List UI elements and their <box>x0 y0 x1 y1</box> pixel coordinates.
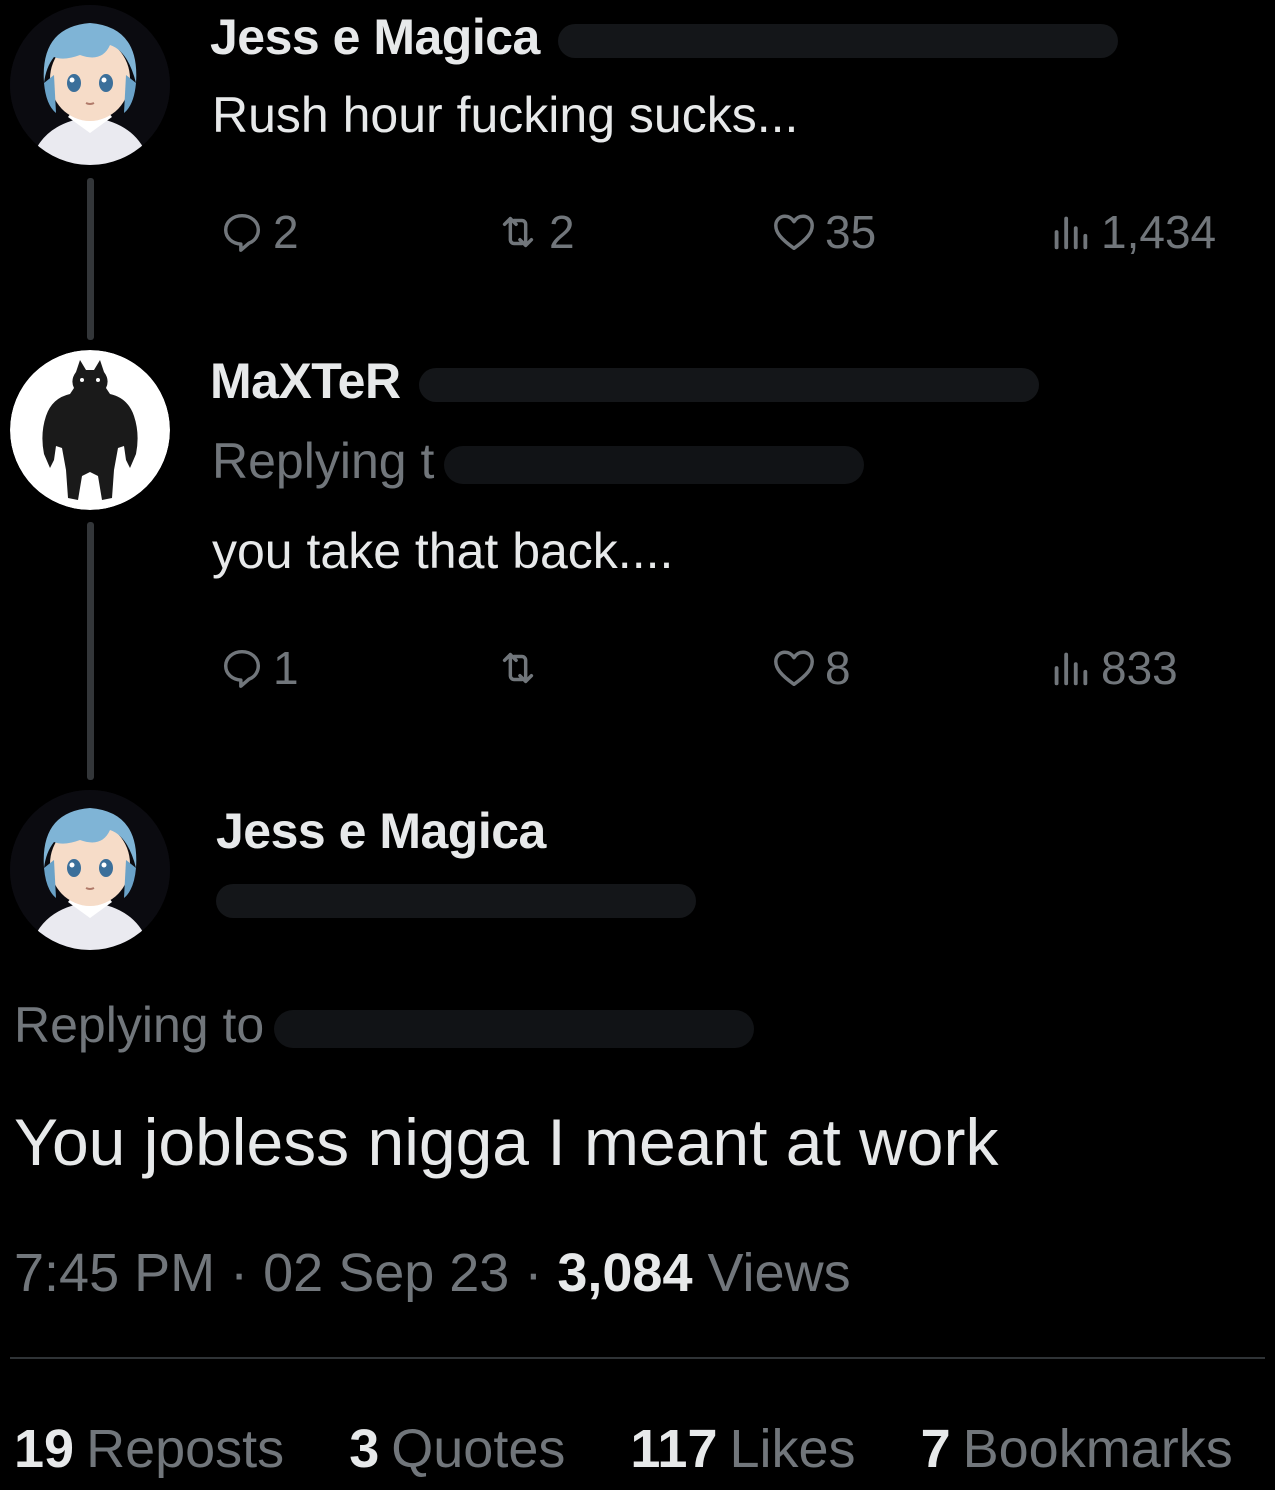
tweet-date[interactable]: 02 Sep 23 <box>263 1243 509 1303</box>
tweet2-views-button[interactable]: 833 <box>1047 638 1178 698</box>
views-chart-icon <box>1054 652 1088 686</box>
tweet2-like-count: 8 <box>825 642 851 694</box>
main-handle-redacted <box>216 884 696 918</box>
tweet2-replying-to: Replying t <box>212 432 865 490</box>
anime-avatar-icon[interactable] <box>10 790 170 950</box>
tweet1-repost-button[interactable]: 2 <box>495 202 575 262</box>
reposts-stat[interactable]: 19 Reposts <box>14 1419 284 1479</box>
main-tweet-text: You jobless nigga I meant at work <box>14 1105 999 1179</box>
tweet1-views-button[interactable]: 1,434 <box>1047 202 1216 262</box>
tweet2-reply-button[interactable]: 1 <box>219 638 299 698</box>
tweet2-text: you take that back.... <box>212 523 674 579</box>
bookmarks-stat[interactable]: 7 Bookmarks <box>921 1419 1233 1479</box>
tweet-views-count: 3,084 <box>557 1243 693 1303</box>
heart-icon <box>774 650 814 687</box>
tweet2-like-button[interactable]: 8 <box>771 638 851 698</box>
anime-avatar-icon[interactable] <box>10 5 170 165</box>
tweet2-replying-handle-redacted <box>444 445 865 484</box>
repost-icon <box>502 216 534 248</box>
tweet1-text: Rush hour fucking sucks... <box>212 87 799 143</box>
reply-icon <box>223 649 261 688</box>
tweet1-view-count: 1,434 <box>1101 206 1217 258</box>
main-tweet-meta: 7:45 PM · 02 Sep 23 · 3,084 Views <box>14 1243 851 1303</box>
main-replying-to: Replying to <box>14 996 755 1054</box>
views-chart-icon <box>1054 216 1088 250</box>
tweet2-reply-count: 1 <box>273 642 299 694</box>
tweet2-handle-redacted <box>418 367 1039 402</box>
reply-icon <box>223 213 261 252</box>
tweet1-author-name[interactable]: Jess e Magica <box>210 8 1118 66</box>
heart-icon <box>774 214 814 251</box>
stats-divider <box>10 1357 1265 1359</box>
tweet2-actions: 1 8 833 <box>215 638 1260 698</box>
tweet-views-label: Views <box>707 1243 851 1303</box>
tweet1-reply-count: 2 <box>273 206 299 258</box>
tweet1-repost-count: 2 <box>549 206 575 258</box>
tweet1-like-button[interactable]: 35 <box>771 202 876 262</box>
main-author-name[interactable]: Jess e Magica <box>216 802 546 860</box>
tweet1-actions: 2 2 35 1,434 <box>215 202 1260 262</box>
tweet1-handle-redacted <box>557 23 1118 58</box>
werewolf-avatar-icon[interactable] <box>10 350 170 510</box>
likes-stat[interactable]: 117 Likes <box>630 1419 855 1479</box>
thread-line-top <box>87 178 94 340</box>
tweet2-author-name[interactable]: MaXTeR <box>210 352 1039 410</box>
tweet1-like-count: 35 <box>825 206 877 258</box>
quotes-stat[interactable]: 3 Quotes <box>349 1419 565 1479</box>
thread-line-bottom <box>87 522 94 780</box>
repost-icon <box>502 652 534 684</box>
tweet2-view-count: 833 <box>1101 642 1178 694</box>
tweet1-reply-button[interactable]: 2 <box>219 202 299 262</box>
tweet-thread-page: Jess e Magica Rush hour fucking sucks...… <box>0 0 1275 1490</box>
main-replying-handle-redacted <box>274 1009 755 1048</box>
tweet2-repost-button[interactable] <box>495 638 549 698</box>
engagement-stats: 19 Reposts 3 Quotes 117 Likes 7 Bookmarks <box>14 1418 1275 1480</box>
tweet-time[interactable]: 7:45 PM <box>14 1243 215 1303</box>
